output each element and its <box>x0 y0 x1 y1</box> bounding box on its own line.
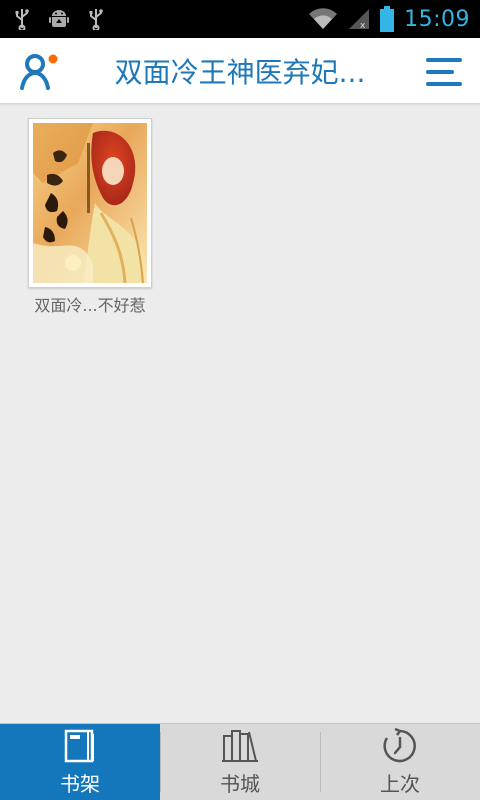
app-bar: 双面冷王神医弃妃... <box>0 38 480 104</box>
tab-bookshelf[interactable]: 书架 <box>0 724 160 800</box>
tab-bookshelf-label: 书架 <box>60 771 100 796</box>
bookstore-icon <box>222 729 258 762</box>
book-title[interactable]: 双面冷...不好惹 <box>28 292 152 316</box>
tab-bookstore[interactable]: 书城 <box>160 724 320 800</box>
tab-history[interactable]: 上次 <box>320 724 480 800</box>
status-bar: x 15:09 <box>0 0 480 38</box>
bottom-nav: 书架 书城 上次 <box>0 723 480 800</box>
wifi-icon <box>308 8 338 30</box>
profile-button[interactable] <box>18 50 62 94</box>
tab-bookstore-label: 书城 <box>220 771 260 796</box>
system-icons: x 15:09 <box>308 6 470 32</box>
status-time: 15:09 <box>404 6 470 32</box>
notification-icons <box>14 8 104 30</box>
profile-icon <box>20 54 58 90</box>
tab-history-label: 上次 <box>380 771 420 796</box>
history-icon <box>383 727 416 762</box>
menu-icon <box>426 58 462 86</box>
page-title: 双面冷王神医弃妃... <box>114 56 366 89</box>
signal-icon: x <box>348 8 370 30</box>
android-debug-icon <box>48 8 70 30</box>
battery-icon <box>380 6 395 32</box>
book-cover[interactable] <box>28 118 152 288</box>
book-cover-image <box>33 123 147 283</box>
svg-text:x: x <box>360 21 366 30</box>
menu-button[interactable] <box>424 52 464 92</box>
usb-icon <box>88 8 104 30</box>
book-item[interactable]: 双面冷...不好惹 <box>28 118 152 316</box>
usb-icon <box>14 8 30 30</box>
bookshelf-icon <box>64 729 94 762</box>
bookshelf: 双面冷...不好惹 <box>0 105 480 723</box>
